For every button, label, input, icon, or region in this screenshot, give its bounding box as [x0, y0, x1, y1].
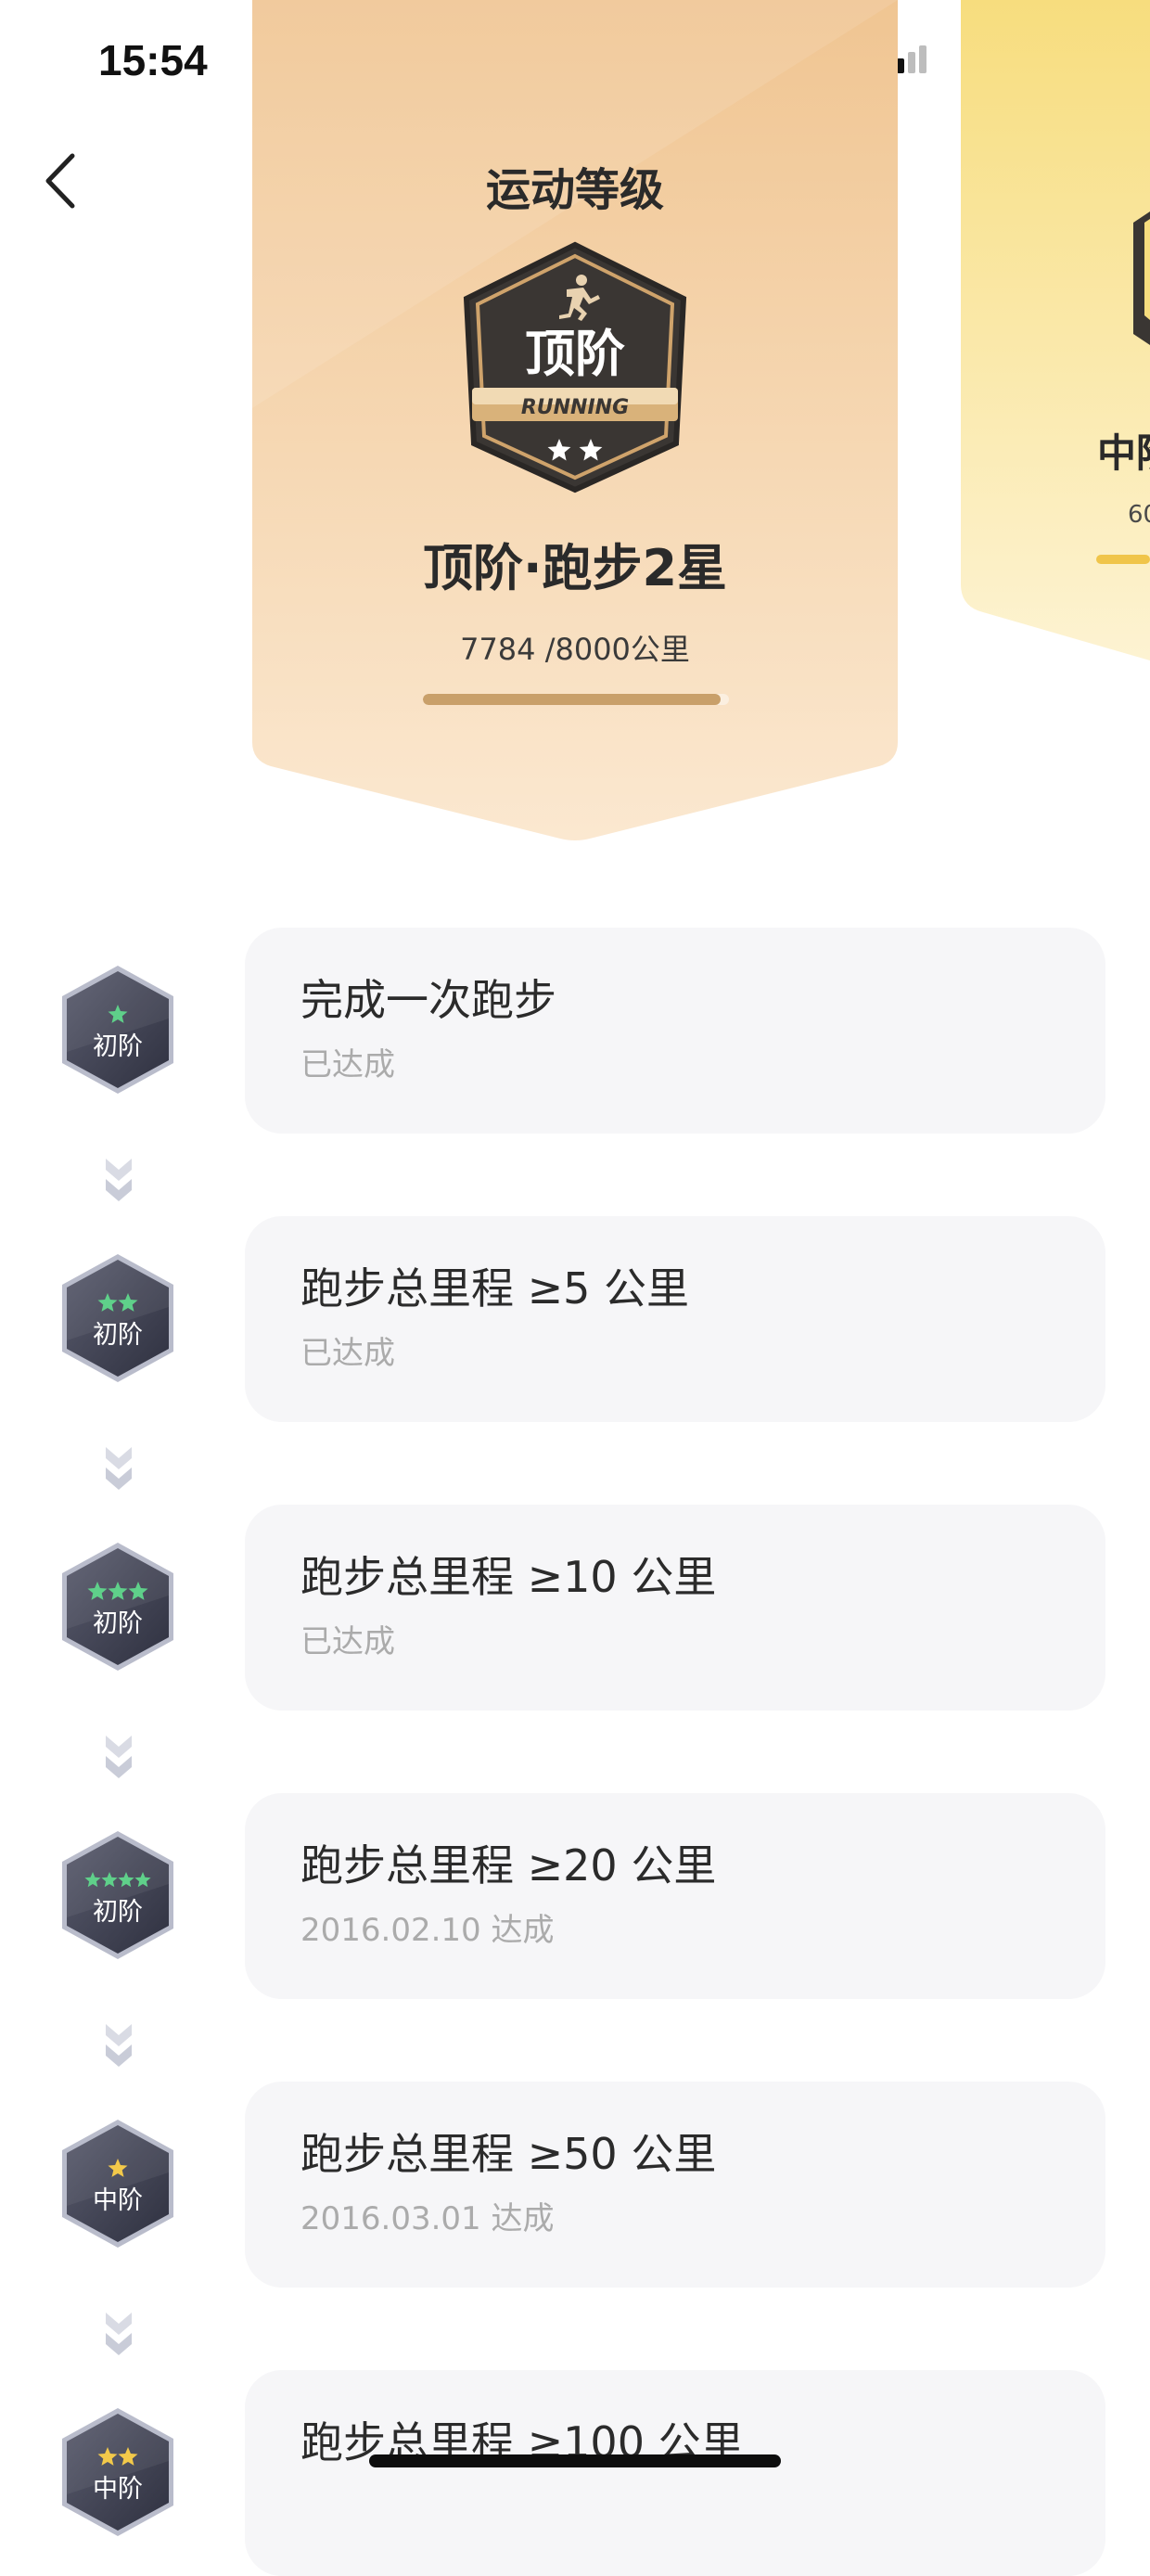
milestone-card[interactable]: 完成一次跑步 已达成 — [245, 928, 1105, 1134]
milestone-card[interactable]: 跑步总里程 ≥50 公里 2016.03.01 达成 — [245, 2082, 1105, 2288]
tier-badge: 初阶 — [62, 966, 173, 1094]
level-progress-fill — [423, 694, 722, 705]
badge-text: 顶阶 — [525, 325, 625, 383]
level-card[interactable]: 运动等级 顶阶 RUNNING 顶阶·跑步2星 7784 /8000公里 — [252, 0, 898, 844]
level-progress-text: 7784 /8000公里 — [460, 632, 690, 667]
milestone-row[interactable]: 初阶 跑步总里程 ≥20 公里 2016.02.10 达成 — [0, 1793, 1150, 1999]
milestone-status: 已达成 — [300, 1623, 395, 1660]
tier-label: 初阶 — [93, 1032, 143, 1061]
next-level-card[interactable]: 中阶 60 — [961, 0, 1150, 668]
next-card-sub: 60 — [1128, 501, 1150, 529]
milestone-card[interactable]: 跑步总里程 ≥10 公里已达成 — [245, 1505, 1105, 1711]
connector-chevron-icon — [106, 2313, 132, 2355]
connector-chevron-icon — [106, 1159, 132, 1201]
tier-label: 初阶 — [93, 1321, 143, 1350]
milestone-status: 2016.03.01 达成 — [300, 2200, 555, 2237]
level-badge: 顶阶 RUNNING — [463, 241, 687, 493]
milestone-title: 跑步总里程 ≥20 公里 — [300, 1840, 717, 1890]
status-time: 15:54 — [98, 36, 208, 84]
tier-badge: 中阶 — [62, 2408, 173, 2536]
tier-label: 初阶 — [93, 1898, 143, 1927]
level-name: 顶阶·跑步2星 — [422, 539, 728, 597]
home-indicator — [369, 2454, 781, 2467]
tier-badge: 初阶 — [62, 1254, 173, 1382]
milestone-card[interactable]: 跑步总里程 ≥20 公里 2016.02.10 达成 — [245, 1793, 1105, 1999]
milestone-row[interactable]: 中阶 跑步总里程 ≥50 公里 2016.03.01 达成 — [0, 2082, 1150, 2288]
connector-chevron-icon — [106, 2024, 132, 2067]
back-button[interactable] — [39, 150, 85, 211]
milestone-status: 2016.02.10 达成 — [300, 1912, 555, 1949]
milestone-status: 已达成 — [300, 1046, 395, 1083]
next-card-name: 中阶 — [1097, 430, 1150, 476]
milestone-row[interactable]: 初阶 跑步总里程 ≥5 公里已达成 — [0, 1216, 1150, 1422]
milestone-title: 跑步总里程 ≥50 公里 — [300, 2129, 717, 2179]
next-card-background — [961, 0, 1150, 660]
card-title: 运动等级 — [485, 164, 664, 216]
milestone-status: 已达成 — [300, 1335, 395, 1372]
milestone-card[interactable]: 跑步总里程 ≥5 公里已达成 — [245, 1216, 1105, 1422]
level-progress-bar — [423, 694, 729, 705]
badge-sport: RUNNING — [521, 396, 629, 419]
milestone-card[interactable]: 跑步总里程 ≥100 公里 — [245, 2370, 1105, 2576]
milestone-title: 跑步总里程 ≥10 公里 — [300, 1552, 717, 1602]
tier-badge: 中阶 — [62, 2120, 173, 2248]
tier-badge: 初阶 — [62, 1831, 173, 1959]
milestone-row[interactable]: 初阶 完成一次跑步已达成 — [0, 928, 1150, 1134]
connector-chevron-icon — [106, 1736, 132, 1778]
chevron-left-icon — [45, 153, 75, 209]
tier-label: 中阶 — [93, 2186, 143, 2215]
connector-chevron-icon — [106, 1447, 132, 1490]
milestone-title: 完成一次跑步 — [300, 975, 556, 1025]
milestone-row[interactable]: 中阶 跑步总里程 ≥100 公里 — [0, 2370, 1150, 2576]
next-card-progress — [1096, 555, 1150, 564]
tier-label: 初阶 — [93, 1609, 143, 1638]
milestone-title: 跑步总里程 ≥5 公里 — [300, 1263, 690, 1314]
milestone-row[interactable]: 初阶 跑步总里程 ≥10 公里已达成 — [0, 1505, 1150, 1711]
tier-badge: 初阶 — [62, 1543, 173, 1671]
